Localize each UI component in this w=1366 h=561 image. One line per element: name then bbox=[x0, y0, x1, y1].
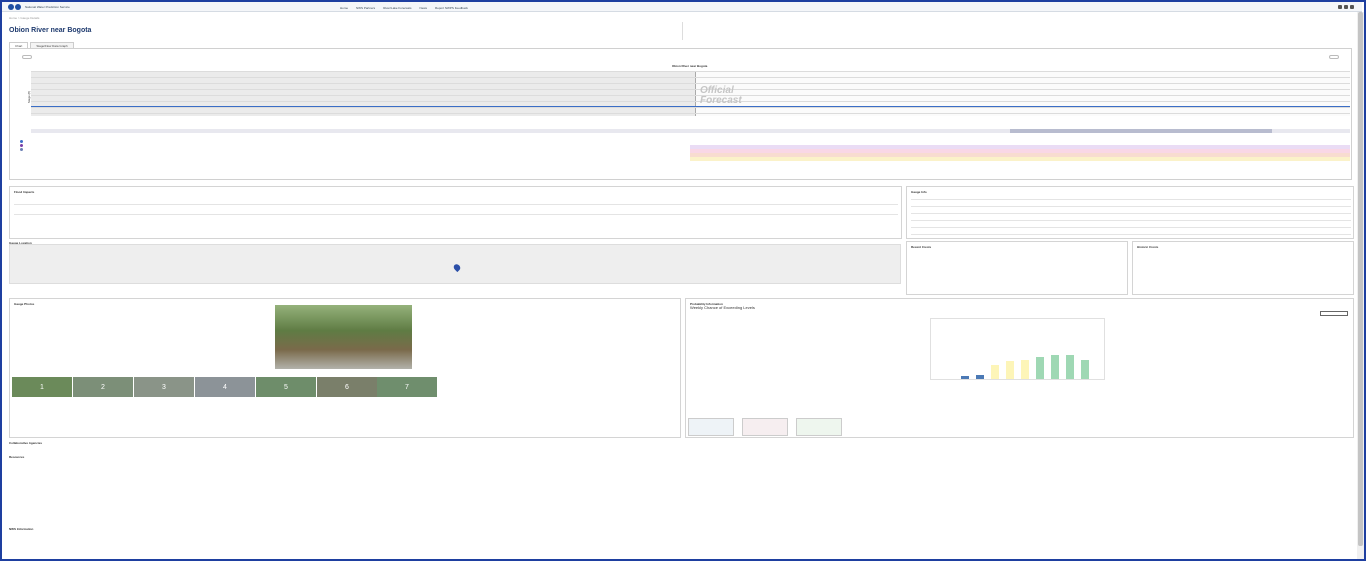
chart-grid bbox=[31, 71, 1350, 116]
watermark-line-2: Forecast bbox=[700, 95, 742, 106]
flood-impacts-panel: Flood Impacts bbox=[9, 186, 902, 239]
breadcrumb[interactable]: Home > Gauge Details bbox=[9, 16, 39, 20]
exceedance-bar bbox=[1036, 357, 1044, 379]
historic-crests-title: Historic Crests bbox=[1137, 245, 1159, 249]
hydrograph-option-button[interactable] bbox=[22, 55, 32, 59]
header-divider bbox=[682, 22, 683, 40]
recent-crests-panel: Recent Crests bbox=[906, 241, 1128, 295]
agency-name: National Water Prediction Service bbox=[25, 4, 70, 9]
official-forecast-watermark: Official Forecast bbox=[700, 86, 742, 106]
top-navigation-bar: National Water Prediction Service Home N… bbox=[2, 2, 1362, 12]
header-tools bbox=[1338, 5, 1354, 9]
scrollbar-thumb[interactable] bbox=[1358, 12, 1363, 546]
chart-legend bbox=[20, 140, 24, 152]
photo-thumb-7[interactable]: 7 bbox=[377, 377, 437, 397]
photo-thumb-5[interactable]: 5 bbox=[256, 377, 316, 397]
legend-flow-icon bbox=[20, 148, 23, 151]
exceedance-bar bbox=[1021, 360, 1029, 379]
range-navigator-selection[interactable] bbox=[1010, 129, 1272, 133]
exceedance-bar bbox=[1081, 360, 1089, 379]
info-row bbox=[911, 213, 1351, 214]
exceedance-bar bbox=[1006, 361, 1014, 379]
impact-divider bbox=[14, 204, 898, 205]
photo-thumb-2[interactable]: 2 bbox=[73, 377, 133, 397]
gauge-info-title: Gauge Info bbox=[911, 190, 927, 194]
gauge-photos-title: Gauge Photos bbox=[14, 302, 35, 306]
nav-partners[interactable]: NWS Partners bbox=[356, 6, 375, 10]
recent-crests-title: Recent Crests bbox=[911, 245, 932, 249]
nws-information-title: NWS Information bbox=[9, 527, 34, 531]
gauge-info-panel: Gauge Info bbox=[906, 186, 1354, 239]
impact-divider bbox=[14, 214, 898, 215]
flood-category-table bbox=[690, 145, 1350, 161]
exceedance-chart[interactable] bbox=[930, 318, 1105, 380]
nav-news[interactable]: News bbox=[420, 6, 428, 10]
y-axis-label: Stage (ft) bbox=[27, 90, 32, 104]
exceedance-bar bbox=[1051, 355, 1059, 379]
prob-thumb-2[interactable] bbox=[742, 418, 788, 436]
info-row bbox=[911, 234, 1351, 235]
historic-crests-panel: Historic Crests bbox=[1132, 241, 1354, 295]
prob-thumb-3[interactable] bbox=[796, 418, 842, 436]
exceedance-bar bbox=[976, 375, 984, 379]
nav-home[interactable]: Home bbox=[340, 6, 348, 10]
resources-title: Resources bbox=[9, 455, 25, 459]
info-row bbox=[911, 220, 1351, 221]
nav-feedback[interactable]: Report NWPS Feedback bbox=[435, 6, 468, 10]
probability-chart-title: Weekly Chance of Exceeding Levels bbox=[690, 305, 755, 310]
info-row bbox=[911, 199, 1351, 200]
legend-forecast-icon bbox=[20, 144, 23, 147]
menu-icon[interactable] bbox=[1350, 5, 1354, 9]
exceedance-bar bbox=[961, 376, 969, 379]
photo-thumb-1[interactable]: 1 bbox=[12, 377, 72, 397]
nws-logo[interactable]: National Water Prediction Service bbox=[8, 4, 70, 10]
photo-thumb-4[interactable]: 4 bbox=[195, 377, 255, 397]
nws-logo-icon bbox=[15, 4, 21, 10]
share-icon[interactable] bbox=[1338, 5, 1342, 9]
info-row bbox=[911, 227, 1351, 228]
flood-impacts-title: Flood Impacts bbox=[14, 190, 35, 194]
exceedance-bar bbox=[1066, 355, 1074, 379]
gauge-main-photo[interactable] bbox=[275, 305, 412, 369]
noaa-logo-icon bbox=[8, 4, 14, 10]
main-nav: Home NWS Partners River/Lake Forecasts N… bbox=[340, 6, 468, 10]
photo-thumb-3[interactable]: 3 bbox=[134, 377, 194, 397]
nav-forecasts[interactable]: River/Lake Forecasts bbox=[383, 6, 411, 10]
legend-observed-icon bbox=[20, 140, 23, 143]
hydrograph-panel: Obion River near Bogota Official Forecast… bbox=[9, 48, 1352, 180]
exceedance-bar bbox=[991, 365, 999, 379]
hydrograph-menu-button[interactable] bbox=[1329, 55, 1339, 59]
search-icon[interactable] bbox=[1344, 5, 1348, 9]
info-row bbox=[911, 206, 1351, 207]
photo-thumb-6[interactable]: 6 bbox=[317, 377, 377, 397]
observed-trace bbox=[31, 106, 1350, 107]
page-title: Obion River near Bogota bbox=[9, 27, 92, 34]
legend-flow[interactable] bbox=[20, 148, 24, 152]
probability-period-select[interactable] bbox=[1320, 311, 1348, 316]
prob-thumb-1[interactable] bbox=[688, 418, 734, 436]
chart-title: Obion River near Bogota bbox=[672, 64, 708, 68]
category-row bbox=[690, 157, 1350, 161]
collab-agencies-title: Collaborative Agencies bbox=[9, 441, 43, 445]
